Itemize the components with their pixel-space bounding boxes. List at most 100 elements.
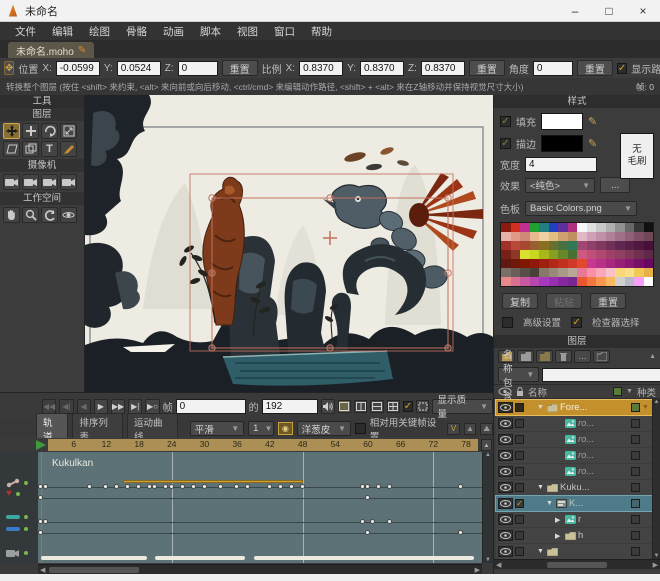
palette-swatch[interactable] [577,232,587,241]
keyframe[interactable] [370,519,375,524]
palette-swatch[interactable] [625,268,635,277]
brush-selector-button[interactable]: 无毛刷 [620,133,654,179]
palette-swatch[interactable] [558,241,568,250]
play-button[interactable]: ▶ [94,399,108,414]
palette-swatch[interactable] [587,223,597,232]
palette-swatch[interactable] [530,259,540,268]
palette-swatch[interactable] [644,223,654,232]
orbit-view-tool[interactable] [60,207,77,223]
timeline-ruler[interactable]: ▲ 6121824303642485460667278 [0,438,493,452]
rotate-view-tool[interactable] [41,207,58,223]
palette-swatch[interactable] [577,250,587,259]
palette-swatch[interactable] [644,277,654,286]
layer-row-h[interactable]: ▶h [496,528,652,543]
menu-item-3[interactable]: 骨骼 [119,22,154,41]
reset-angle-button[interactable]: 重置 [577,60,613,76]
step-back-button[interactable]: ◀ [77,399,91,414]
palette-swatch[interactable] [634,277,644,286]
keyframe[interactable] [152,484,157,489]
text-tool[interactable]: T [41,141,58,157]
fill-edit-pencil-icon[interactable]: ✎ [588,115,597,128]
menu-item-1[interactable]: 编辑 [45,22,80,41]
palette-swatch[interactable] [558,259,568,268]
keyframe[interactable] [365,495,370,500]
channel-count-dropdown[interactable]: 1▼ [248,421,274,436]
paste-style-button[interactable]: 粘贴 [546,293,582,309]
palette-swatch[interactable] [520,250,530,259]
palette-swatch[interactable] [587,232,597,241]
prev-keyframe-button[interactable]: ◀| [59,399,73,414]
keyframe[interactable] [360,519,365,524]
track-camera-tool[interactable] [3,174,20,190]
layer-color-swatch[interactable] [631,499,640,508]
layers-horizontal-scrollbar[interactable]: ◀ ▶ [494,559,660,569]
reset-scale-button[interactable]: 重置 [469,60,505,76]
transform-layer-tool[interactable] [3,123,20,139]
palette-swatch[interactable] [530,241,540,250]
palette-swatch[interactable] [634,232,644,241]
scroll-left-arrow[interactable]: ◀ [496,561,501,569]
minimize-button[interactable]: – [558,0,592,21]
keyframe[interactable] [180,484,185,489]
animation-range-bar[interactable] [48,439,478,451]
keyframe[interactable] [87,484,92,489]
palette-dropdown[interactable]: Basic Colors.png▼ [525,201,637,216]
palette-swatch[interactable] [568,223,578,232]
palette-swatch[interactable] [558,223,568,232]
layer-visibility-icon[interactable] [498,546,513,557]
palette-swatch[interactable] [501,268,511,277]
rewind-button[interactable]: ◀◀ [42,399,56,414]
layer-row-ro...[interactable]: ro... [496,448,652,463]
onion-skin-toggle-icon[interactable]: ◉ [278,422,293,435]
palette-swatch[interactable] [634,241,644,250]
keyframe[interactable] [234,484,239,489]
palette-swatch[interactable] [549,259,559,268]
palette-swatch[interactable] [520,277,530,286]
palette-swatch[interactable] [606,259,616,268]
layer-expand-arrow[interactable]: ▼ [537,484,545,491]
layer-row-ro...[interactable]: ro... [496,416,652,431]
palette-swatch[interactable] [520,268,530,277]
palette-swatch[interactable] [606,277,616,286]
palette-swatch[interactable] [615,223,625,232]
palette-swatch[interactable] [606,223,616,232]
palette-swatch[interactable] [577,259,587,268]
palette-swatch[interactable] [511,268,521,277]
keyframe[interactable] [114,484,119,489]
layer-color-swatch[interactable] [631,419,640,428]
position-y-input[interactable] [117,61,161,76]
keyframe[interactable] [136,484,141,489]
palette-swatch[interactable] [539,232,549,241]
keyframe[interactable] [43,519,48,524]
shear-layer-tool[interactable] [3,141,20,157]
layer-visibility-icon[interactable] [498,450,513,461]
color-palette-grid[interactable] [500,222,654,287]
palette-swatch[interactable] [596,232,606,241]
layer-checkbox[interactable] [515,547,524,556]
rotate-layer-tool[interactable] [41,123,58,139]
keyframe[interactable] [365,530,370,535]
palette-swatch[interactable] [568,259,578,268]
keyframe[interactable] [202,484,207,489]
palette-swatch[interactable] [615,259,625,268]
follow-path-tool[interactable] [22,141,39,157]
scroll-right-arrow[interactable]: ▶ [653,561,658,569]
split-rows-view-icon[interactable] [370,400,383,413]
playhead-line[interactable] [41,452,42,563]
layer-checkbox[interactable] [515,419,524,428]
palette-swatch[interactable] [596,259,606,268]
palette-swatch[interactable] [558,268,568,277]
layer-color-swatch[interactable] [631,531,640,540]
freehand-tool[interactable] [60,141,77,157]
layer-visibility-icon[interactable] [498,402,513,413]
palette-swatch[interactable] [568,241,578,250]
palette-swatch[interactable] [539,277,549,286]
layers-collapse-arrow[interactable]: ▲ [649,353,656,360]
palette-swatch[interactable] [520,232,530,241]
menu-item-6[interactable]: 视图 [230,22,265,41]
palette-swatch[interactable] [644,241,654,250]
keyframe[interactable] [289,484,294,489]
layer-expand-arrow[interactable]: ▶ [555,516,563,524]
menu-item-7[interactable]: 窗口 [267,22,302,41]
layer-checkbox[interactable] [515,467,524,476]
